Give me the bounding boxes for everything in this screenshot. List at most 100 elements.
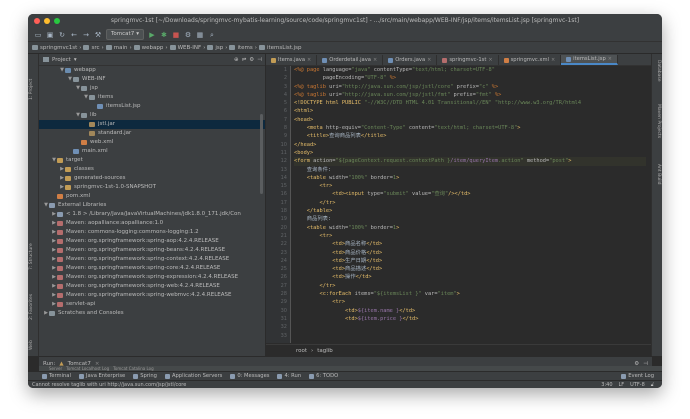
breadcrumb-item[interactable]: jsp — [207, 45, 223, 51]
editor-tab[interactable]: springmvc.xml × — [499, 55, 562, 65]
tree-item[interactable]: ▶ springmvc-1st-1.0-SNAPSHOT — [39, 183, 265, 192]
close-icon[interactable]: × — [307, 55, 311, 65]
project-panel-title[interactable]: Project — [52, 57, 71, 63]
tool-window-button[interactable]: 6: TODO — [309, 373, 338, 379]
code-line[interactable]: <head> — [294, 116, 650, 124]
tool-window-button[interactable]: Terminal — [42, 373, 71, 379]
tree-item[interactable]: main.xml — [39, 147, 265, 156]
tree-item[interactable]: ▶ Maven: org.springframework:spring-aop:4… — [39, 237, 265, 246]
chevron-down-icon[interactable]: ▾ — [74, 57, 77, 63]
tool-tab-database[interactable]: Database — [653, 60, 661, 90]
tree-item[interactable]: ▶ Maven: aopalliance:aopalliance:1.0 — [39, 219, 265, 228]
tree-item[interactable]: ▶ Maven: commons-logging:commons-logging:… — [39, 228, 265, 237]
hide-icon[interactable]: ⊣ — [257, 57, 265, 63]
tool-tab-project[interactable]: 1: Project — [29, 60, 37, 100]
tree-item[interactable]: ▶ Maven: org.springframework:spring-conte… — [39, 255, 265, 264]
code-area[interactable]: <%@ page language="java" contentType="te… — [294, 66, 650, 343]
breadcrumb-item[interactable]: webapp — [133, 45, 163, 51]
forward-icon[interactable]: → — [82, 31, 90, 39]
close-icon[interactable]: × — [551, 55, 555, 65]
stop-icon[interactable]: ■ — [172, 31, 180, 39]
tree-item[interactable]: ▶ Maven: org.springframework:spring-expre… — [39, 273, 265, 282]
lock-icon[interactable]: 🔓︎ — [651, 382, 654, 388]
gear-icon[interactable]: ⚙ — [249, 57, 254, 63]
tree-item[interactable]: ▼ External Libraries — [39, 201, 265, 210]
editor-breadcrumb-item[interactable]: root — [296, 348, 307, 354]
search-icon[interactable]: ⌕ — [208, 31, 216, 39]
code-line[interactable]: <html> — [294, 107, 650, 115]
tree-item[interactable]: pom.xml — [39, 192, 265, 201]
tree-item[interactable]: ▼ WEB-INF — [39, 75, 265, 84]
line-separator[interactable]: LF — [619, 382, 625, 388]
editor-tab[interactable]: Orderdetail.java × — [317, 55, 384, 65]
run-icon[interactable]: ▶ — [148, 31, 156, 39]
code-line[interactable]: <%@ taglib uri="http://java.sun.com/jsp/… — [294, 83, 650, 91]
editor-tab[interactable]: Orders.java × — [383, 55, 438, 65]
code-line[interactable]: <td>操作</td> — [294, 273, 650, 281]
editor-breadcrumb-item[interactable]: taglib — [317, 348, 333, 354]
tree-item[interactable]: ▶ Scratches and Consoles — [39, 309, 265, 318]
save-icon[interactable]: ▣ — [46, 31, 54, 39]
tool-window-button[interactable]: Java Enterprise — [78, 373, 125, 379]
caret-position[interactable]: 3:40 — [601, 382, 612, 388]
run-config-select[interactable]: Tomcat7 ▾ — [106, 29, 144, 40]
tree-item[interactable]: ▶ Maven: org.springframework:spring-beans… — [39, 246, 265, 255]
event-log-button[interactable]: Event Log — [621, 373, 662, 379]
tree-item[interactable]: ▶ generated-sources — [39, 174, 265, 183]
debug-icon[interactable]: ✱ — [160, 31, 168, 39]
code-line[interactable]: </tr> — [294, 282, 650, 290]
tree-item[interactable]: ▶ Maven: org.springframework:spring-core:… — [39, 264, 265, 273]
tree-item[interactable]: ▶ < 1.8 > /Library/Java/JavaVirtualMachin… — [39, 210, 265, 219]
tool-window-button[interactable]: 4: Run — [277, 373, 301, 379]
tree-item[interactable]: ▶ classes — [39, 165, 265, 174]
code-line[interactable]: <%@ page language="java" contentType="te… — [294, 66, 650, 74]
code-line[interactable]: <td><input type="submit" value="查询"/></t… — [294, 190, 650, 198]
code-line[interactable]: 查询条件: — [294, 166, 650, 174]
code-line[interactable]: <meta http-equiv="Content-Type" content=… — [294, 124, 650, 132]
sync-icon[interactable]: ↻ — [58, 31, 66, 39]
tool-window-button[interactable]: 0: Messages — [230, 373, 269, 379]
code-line[interactable]: <%@ taglib uri="http://java.sun.com/jsp/… — [294, 91, 650, 99]
tree-item[interactable]: ▼ target — [39, 156, 265, 165]
build-icon[interactable]: ⚒ — [94, 31, 102, 39]
tree-item[interactable]: ▼ jsp — [39, 84, 265, 93]
breadcrumb-item[interactable]: main — [105, 45, 127, 51]
breadcrumb-item[interactable]: src — [83, 45, 100, 51]
code-line[interactable]: <table width="100%" border=1> — [294, 224, 650, 232]
code-line[interactable]: <title>查询商品列表</title> — [294, 132, 650, 140]
tool-tab-web[interactable]: Web — [29, 330, 37, 350]
tree-item[interactable]: itemsList.jsp — [39, 102, 265, 111]
code-line[interactable]: <tr> — [294, 232, 650, 240]
open-folder-icon[interactable]: ▭ — [34, 31, 42, 39]
code-line[interactable]: <td>商品名称</td> — [294, 240, 650, 248]
close-icon[interactable]: × — [608, 55, 612, 63]
code-line[interactable]: <tr> — [294, 298, 650, 306]
file-encoding[interactable]: UTF-8 — [630, 382, 645, 388]
tool-tab-ant[interactable]: Ant Build — [653, 164, 661, 194]
code-line[interactable]: <td>商品描述</td> — [294, 265, 650, 273]
editor-tab[interactable]: Items.java × — [266, 55, 318, 65]
locate-icon[interactable]: ⊕ — [234, 57, 239, 63]
tool-window-button[interactable]: Application Servers — [164, 373, 222, 379]
settings-icon[interactable]: ⚙ — [184, 31, 192, 39]
code-line[interactable]: <form action="${pageContext.request.cont… — [294, 157, 650, 166]
tree-item[interactable]: ▼ webapp — [39, 66, 265, 75]
tree-item[interactable]: ▶ Maven: org.springframework:spring-webmv… — [39, 291, 265, 300]
code-line[interactable]: <c:forEach items="${itemsList }" var="it… — [294, 290, 650, 298]
close-icon[interactable]: × — [427, 55, 431, 65]
code-line[interactable]: <td>生产日期</td> — [294, 257, 650, 265]
code-line[interactable]: </table> — [294, 207, 650, 215]
code-line[interactable]: <tr> — [294, 182, 650, 190]
close-icon[interactable]: × — [488, 55, 492, 65]
code-line[interactable]: <td>${item.price }</td> — [294, 315, 650, 323]
code-line[interactable]: </tr> — [294, 199, 650, 207]
tree-item[interactable]: ▼ items — [39, 93, 265, 102]
editor-tab[interactable]: itemsList.jsp × — [561, 55, 618, 65]
tool-tab-favorites[interactable]: 2: Favorites — [29, 280, 37, 320]
code-line[interactable]: <body> — [294, 149, 650, 157]
code-line[interactable]: <td>商品价格</td> — [294, 249, 650, 257]
tree-item[interactable]: web.xml — [39, 138, 265, 147]
code-line[interactable]: </head> — [294, 141, 650, 149]
collapse-icon[interactable]: ⇌ — [242, 57, 247, 63]
tool-window-button[interactable]: Spring — [133, 373, 157, 379]
